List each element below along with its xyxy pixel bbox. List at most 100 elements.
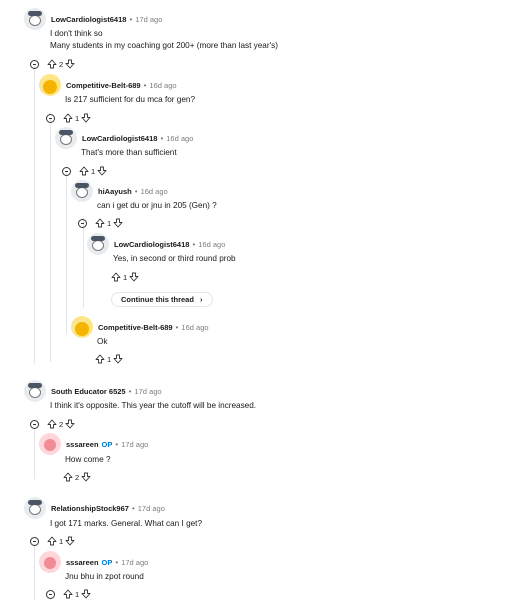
chevron-right-icon: › [200,295,203,304]
upvote-icon[interactable] [79,166,89,176]
timestamp: 16d ago [198,239,226,249]
meta-separator: • [143,80,147,90]
vote-controls: 2 [47,59,75,69]
collapse-icon[interactable] [46,113,55,123]
vote-controls: 1 [63,589,91,599]
vote-controls: 1 [95,354,123,364]
upvote-icon[interactable] [47,536,57,546]
collapse-icon[interactable] [78,218,87,228]
collapse-icon[interactable] [30,59,39,69]
op-badge: OP [101,557,113,567]
user-avatar[interactable] [39,551,61,573]
vote-controls: 1 [111,272,139,282]
vote-score: 1 [107,218,112,228]
timestamp: 17d ago [121,439,149,449]
comment-text: Jnu bhu in zpot round [65,572,144,581]
collapse-icon[interactable] [46,589,55,599]
vote-controls: 1 [63,113,91,123]
continue-thread-button[interactable]: Continue this thread › [111,292,213,307]
meta-separator: • [131,503,135,513]
meta-separator: • [115,439,119,449]
continue-thread-label: Continue this thread [121,295,194,304]
username[interactable]: sssareen [66,558,99,567]
downvote-icon[interactable] [65,536,75,546]
user-avatar[interactable] [39,433,61,455]
vote-score: 1 [75,113,80,123]
username[interactable]: sssareen [66,440,99,449]
downvote-icon[interactable] [65,59,75,69]
upvote-icon[interactable] [63,472,73,482]
meta-separator: • [129,14,133,24]
user-avatar[interactable] [24,497,46,519]
timestamp: 16d ago [149,80,177,90]
meta-separator: • [134,186,138,196]
meta-separator: • [160,133,164,143]
meta-separator: • [175,322,179,332]
upvote-icon[interactable] [63,589,73,599]
username[interactable]: hiAayush [98,187,132,196]
timestamp: 16d ago [140,186,168,196]
username[interactable]: South Educator 6525 [51,387,126,396]
vote-score: 1 [75,589,80,599]
downvote-icon[interactable] [113,354,123,364]
user-avatar[interactable] [24,8,46,30]
downvote-icon[interactable] [113,218,123,228]
downvote-icon[interactable] [97,166,107,176]
user-avatar[interactable] [87,233,109,255]
user-avatar[interactable] [39,74,61,96]
upvote-icon[interactable] [95,354,105,364]
vote-controls: 1 [95,218,123,228]
comment-text: I don't think so [50,29,103,38]
comment-text: Many students in my coaching got 200+ (m… [50,41,278,50]
username[interactable]: Competitive-Belt-689 [98,323,173,332]
user-avatar[interactable] [24,380,46,402]
vote-score: 1 [107,354,112,364]
upvote-icon[interactable] [95,218,105,228]
user-avatar[interactable] [71,316,93,338]
downvote-icon[interactable] [81,113,91,123]
username[interactable]: LowCardiologist6418 [51,15,126,24]
user-avatar[interactable] [55,127,77,149]
vote-controls: 1 [47,536,75,546]
comment-text: I got 171 marks. General. What can I get… [50,519,203,528]
timestamp: 17d ago [134,386,162,396]
downvote-icon[interactable] [81,472,91,482]
username[interactable]: Competitive-Belt-689 [66,81,141,90]
downvote-icon[interactable] [65,419,75,429]
username[interactable]: LowCardiologist6418 [82,134,157,143]
user-avatar[interactable] [71,180,93,202]
vote-controls: 1 [79,166,107,176]
timestamp: 17d ago [121,557,149,567]
comment-text: can i get du or jnu in 205 (Gen) ? [97,201,217,210]
downvote-icon[interactable] [129,272,139,282]
timestamp: 16d ago [166,133,194,143]
collapse-icon[interactable] [30,419,39,429]
upvote-icon[interactable] [47,59,57,69]
upvote-icon[interactable] [63,113,73,123]
downvote-icon[interactable] [81,589,91,599]
vote-score: 1 [123,272,128,282]
meta-separator: • [192,239,196,249]
comment-text: Ok [97,337,108,346]
vote-controls: 2 [47,419,75,429]
collapse-icon[interactable] [30,536,39,546]
timestamp: 17d ago [137,503,165,513]
vote-score: 2 [59,59,64,69]
comment-text: I think it's opposite. This year the cut… [50,401,257,410]
username[interactable]: RelationshipStock967 [51,504,129,513]
comment-text: Is 217 sufficient for du mca for gen? [65,95,196,104]
comment-text: How come ? [65,455,111,464]
vote-score: 1 [59,536,64,546]
comment-text: Yes, in second or third round prob [113,254,236,263]
op-badge: OP [101,439,113,449]
upvote-icon[interactable] [111,272,121,282]
collapse-icon[interactable] [62,166,71,176]
vote-score: 2 [59,419,64,429]
username[interactable]: LowCardiologist6418 [114,240,189,249]
comment-text: That's more than sufficient [81,148,177,157]
timestamp: 16d ago [181,322,209,332]
vote-controls: 2 [63,472,91,482]
vote-score: 2 [75,472,80,482]
upvote-icon[interactable] [47,419,57,429]
meta-separator: • [115,557,119,567]
